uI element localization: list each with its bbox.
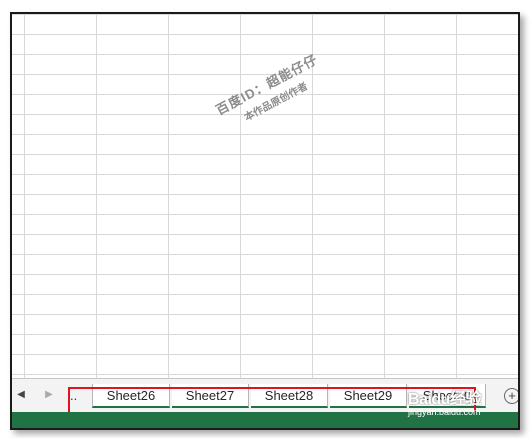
excel-window: 百度ID：超能仔仔 本作品原创作者 ◀ ▶ .. Sheet26 Sheet27… [10,12,520,430]
scroll-tabs-left-icon[interactable]: ◀ [14,387,28,403]
spreadsheet-grid[interactable] [12,14,518,378]
logo-url: jingyan.baidu.com [408,407,481,417]
add-sheet-icon[interactable]: + [504,388,518,404]
scroll-tabs-right-icon[interactable]: ▶ [42,387,56,403]
logo-text: Baidu经验 [408,391,481,408]
baidu-jingyan-logo: Baidu经验 jingyan.baidu.com [408,385,481,417]
